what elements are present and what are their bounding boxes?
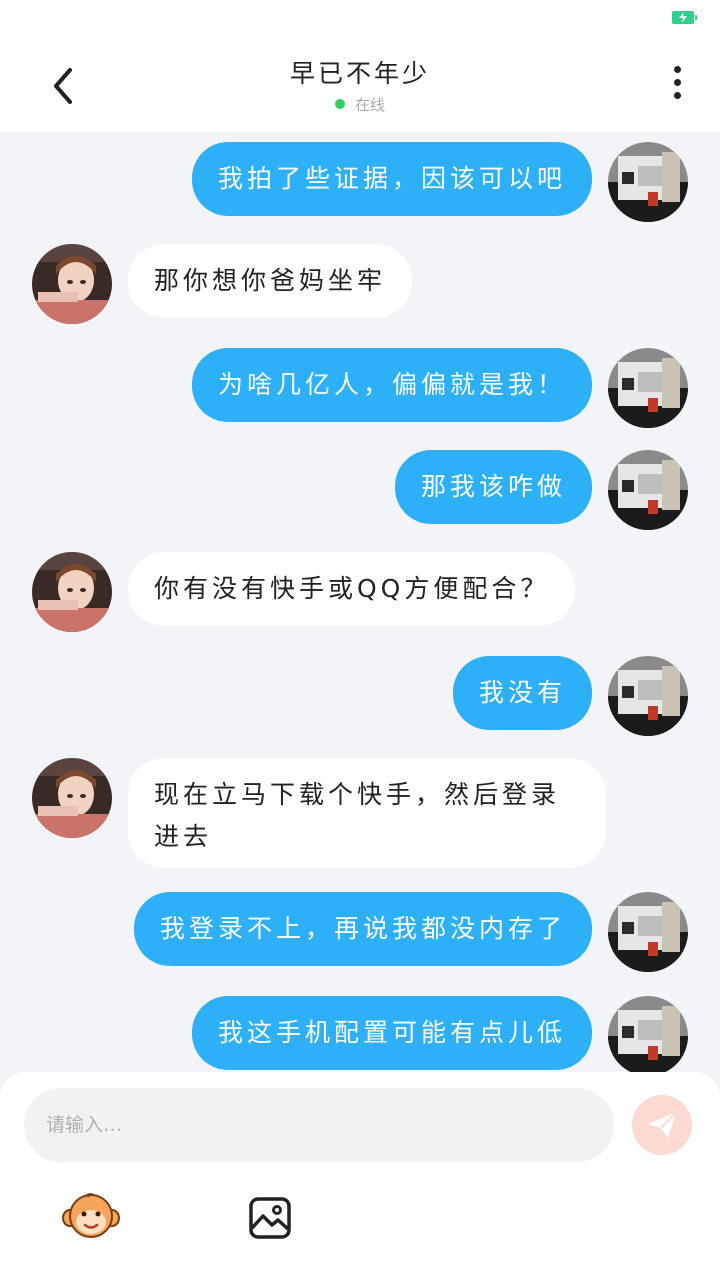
my-avatar[interactable]	[608, 142, 688, 222]
image-icon	[249, 1197, 291, 1239]
my-avatar[interactable]	[608, 348, 688, 428]
my-avatar[interactable]	[608, 996, 688, 1072]
message-bubble-sent[interactable]: 我这手机配置可能有点儿低	[191, 996, 592, 1070]
contact-avatar[interactable]	[32, 552, 112, 632]
battery-charging-icon	[672, 11, 697, 24]
emoji-button[interactable]	[62, 1190, 120, 1240]
send-button[interactable]	[632, 1095, 692, 1155]
online-status-label: 在线	[354, 96, 385, 114]
message-bubble-sent[interactable]: 我登录不上，再说我都没内存了	[133, 892, 592, 966]
paper-plane-icon	[648, 1111, 677, 1138]
more-vertical-icon	[672, 66, 682, 99]
online-status: 在线	[0, 94, 720, 115]
monkey-emoji-icon	[62, 1193, 120, 1238]
message-bubble-received[interactable]: 现在立马下载个快手，然后登录进去	[128, 758, 606, 868]
message-bubble-received[interactable]: 那你想你爸妈坐牢	[128, 244, 413, 318]
online-dot-icon	[334, 98, 345, 109]
image-picker-button[interactable]	[248, 1196, 292, 1240]
contact-name: 早已不年少	[289, 59, 430, 88]
more-options-button[interactable]	[672, 66, 682, 104]
compose-bar	[0, 1072, 720, 1280]
message-bubble-sent[interactable]: 我没有	[452, 656, 592, 730]
message-list[interactable]: 我拍了些证据，因该可以吧 那你想你爸妈坐牢 为啥几亿人，偏偏就是我！ 那我该咋做…	[0, 132, 720, 1072]
my-avatar[interactable]	[608, 892, 688, 972]
chat-header: 早已不年少 在线	[0, 36, 720, 132]
message-bubble-sent[interactable]: 我拍了些证据，因该可以吧	[191, 142, 592, 216]
my-avatar[interactable]	[608, 450, 688, 530]
message-bubble-sent[interactable]: 那我该咋做	[394, 450, 592, 524]
contact-avatar[interactable]	[32, 244, 112, 324]
status-bar	[0, 0, 720, 36]
message-input[interactable]	[24, 1088, 614, 1162]
contact-avatar[interactable]	[32, 758, 112, 838]
my-avatar[interactable]	[608, 656, 688, 736]
message-bubble-sent[interactable]: 为啥几亿人，偏偏就是我！	[191, 348, 592, 422]
message-bubble-received[interactable]: 你有没有快手或QQ方便配合？	[128, 552, 576, 626]
